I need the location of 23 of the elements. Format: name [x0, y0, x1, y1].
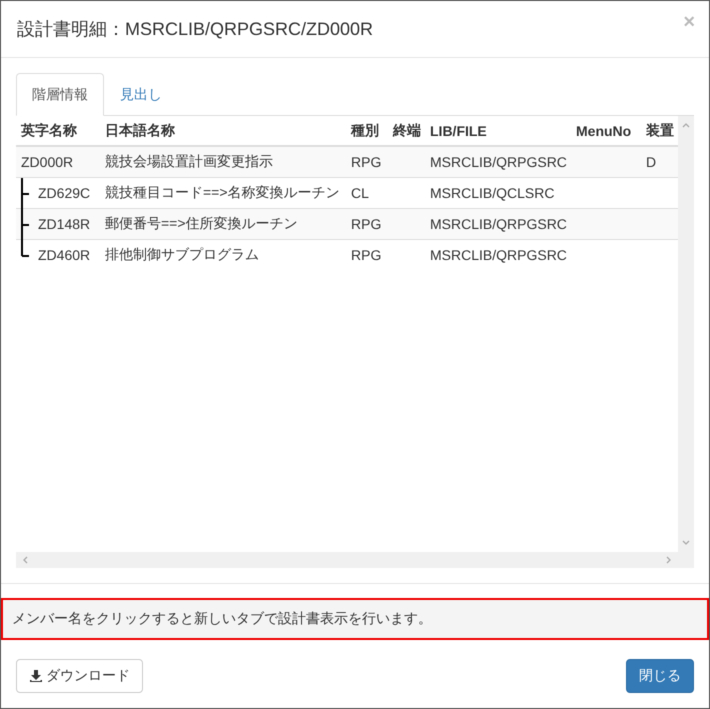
- table-cell: RPG: [346, 146, 388, 178]
- close-button[interactable]: 閉じる: [626, 659, 694, 693]
- table-cell: D: [641, 146, 678, 178]
- table-cell[interactable]: ZD000R: [16, 146, 100, 178]
- table-cell: MSRCLIB/QRPGSRC: [425, 240, 571, 270]
- table-cell: 排他制御サブプログラム: [100, 240, 346, 270]
- table-cell: 競技会場設置計画変更指示: [100, 146, 346, 178]
- table-cell[interactable]: ZD460R: [16, 240, 100, 270]
- tab[interactable]: 階層情報: [16, 73, 104, 116]
- dialog-title: 設計書明細：MSRCLIB/QRPGSRC/ZD000R: [17, 18, 374, 41]
- table-cell: 郵便番号==>住所変換ルーチン: [100, 208, 346, 240]
- table-cell: MSRCLIB/QRPGSRC: [425, 208, 571, 240]
- download-icon: [29, 669, 43, 683]
- tab[interactable]: 見出し: [104, 73, 178, 116]
- table-cell: RPG: [346, 240, 388, 270]
- table-cell: MSRCLIB/QRPGSRC: [425, 146, 571, 178]
- download-button[interactable]: ダウンロード: [16, 659, 143, 693]
- table-cell[interactable]: ZD148R: [16, 208, 100, 240]
- table-cell: RPG: [346, 208, 388, 240]
- vertical-scrollbar[interactable]: [678, 116, 694, 552]
- info-message: メンバー名をクリックすると新しいタブで設計書表示を行います。: [1, 598, 709, 640]
- horizontal-scrollbar[interactable]: [16, 552, 694, 568]
- table-cell: [641, 208, 678, 240]
